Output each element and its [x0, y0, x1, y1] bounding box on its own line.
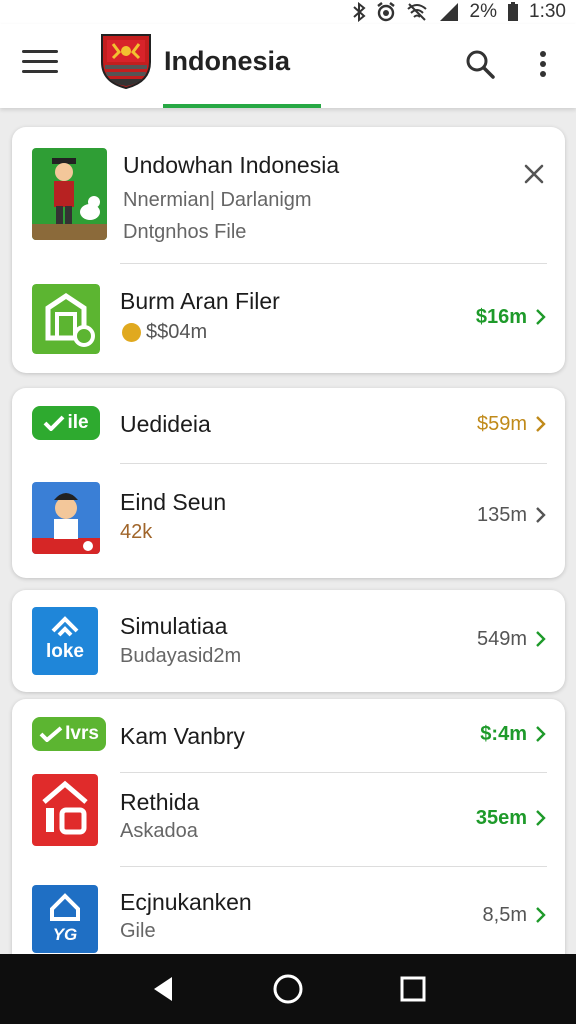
item-title: Simulatiaa — [120, 613, 228, 639]
menu-icon — [22, 50, 58, 53]
crest-logo — [101, 34, 151, 90]
item-price: $:4m — [480, 723, 527, 745]
item-sub: Budayasid2m — [120, 645, 242, 667]
search-icon[interactable] — [464, 48, 496, 80]
back-icon — [153, 977, 172, 1001]
app-title: Indonesia — [164, 46, 291, 76]
menu-button[interactable] — [22, 50, 58, 80]
item-price: 8,5m — [482, 904, 527, 926]
item-price: $59m — [476, 413, 527, 435]
list-card: loke Simulatiaa Budayasid2m 549m — [12, 590, 565, 692]
tab-indicator — [163, 104, 321, 108]
coin-icon — [122, 323, 141, 342]
home-shape-icon — [50, 893, 80, 921]
item-title: Kam Vanbry — [120, 723, 245, 749]
recents-icon — [400, 976, 426, 1002]
item-title: Rethida — [120, 789, 200, 815]
battery-icon — [508, 2, 519, 21]
app-icon — [32, 482, 100, 554]
chevron-right-icon — [536, 726, 546, 742]
featured-card: Undowhan Indonesia Nnermian| Darlanigm D… — [12, 127, 565, 373]
item-price: $16m — [475, 306, 527, 328]
chevron-right-icon — [536, 416, 546, 432]
item-sub: Gile — [120, 920, 156, 942]
recents-button[interactable] — [393, 969, 433, 1009]
list-item[interactable]: ile Uedideia $59m — [12, 388, 565, 463]
check-icon — [44, 415, 65, 431]
app-icon — [32, 284, 100, 354]
item-price: 35em — [475, 807, 527, 829]
item-price: 549m — [476, 628, 527, 650]
list-item[interactable]: Burm Aran Filer $$04m $16m — [12, 264, 565, 373]
item-title: Uedideia — [120, 411, 211, 437]
system-nav-bar — [0, 954, 576, 1024]
home-button[interactable] — [268, 969, 308, 1009]
featured-app-icon — [32, 148, 107, 240]
badge: Ivrs — [32, 717, 106, 751]
check-icon — [39, 726, 63, 742]
clock: 1:30 — [529, 1, 566, 22]
close-icon[interactable] — [523, 163, 545, 185]
alarm-icon — [376, 2, 395, 22]
item-title: Ecjnukanken — [120, 889, 252, 915]
item-sub: Askadoa — [120, 820, 198, 842]
app-icon: loke — [32, 607, 98, 675]
list-card: ile Uedideia $59m Eind Seun 42k 135m — [12, 388, 565, 578]
battery-percent: 2% — [469, 1, 498, 22]
chevron-right-icon — [536, 507, 546, 523]
item-title: Burm Aran Filer — [120, 288, 280, 314]
featured-line2: Dntgnhos File — [123, 221, 247, 243]
back-button[interactable] — [143, 969, 183, 1009]
list-item[interactable]: loke Simulatiaa Budayasid2m 549m — [12, 590, 565, 692]
list-item[interactable]: Ivrs Kam Vanbry $:4m — [12, 699, 565, 772]
featured-title: Undowhan Indonesia — [123, 152, 340, 178]
status-bar: 2% 1:30 — [0, 0, 576, 24]
home-icon — [273, 974, 303, 1004]
featured-item[interactable]: Undowhan Indonesia Nnermian| Darlanigm D… — [12, 127, 565, 263]
home-shape-icon — [51, 616, 79, 637]
chevron-right-icon — [536, 810, 546, 826]
list-item[interactable]: Rethida Askadoa 35em — [12, 773, 565, 867]
badge: ile — [32, 406, 100, 440]
app-bar: Indonesia — [0, 24, 576, 108]
chevron-right-icon — [536, 907, 546, 923]
item-sub: 42k — [120, 521, 153, 543]
app-icon — [32, 774, 98, 846]
bluetooth-icon — [352, 2, 366, 22]
item-sub: $$04m — [146, 321, 208, 343]
more-vert-icon[interactable] — [528, 48, 558, 80]
wifi-off-icon — [406, 3, 427, 21]
signal-icon — [439, 3, 458, 21]
chevron-right-icon — [536, 309, 546, 325]
chevron-right-icon — [536, 631, 546, 647]
item-title: Eind Seun — [120, 489, 227, 515]
list-item[interactable]: Eind Seun 42k 135m — [12, 464, 565, 578]
featured-line1: Nnermian| Darlanigm — [123, 189, 312, 211]
item-price: 135m — [476, 504, 527, 526]
list-card: Ivrs Kam Vanbry $:4m Rethida Askadoa 35e… — [12, 699, 565, 969]
app-icon: YG — [32, 885, 98, 953]
